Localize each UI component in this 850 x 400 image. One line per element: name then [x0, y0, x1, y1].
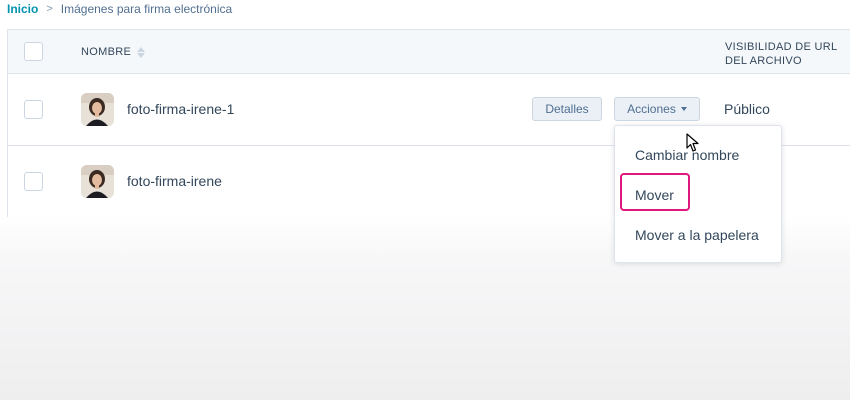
column-header-visibility: VISIBILIDAD DE URL DEL ARCHIVO — [725, 41, 837, 67]
mouse-cursor-icon — [686, 133, 699, 152]
breadcrumb: Inicio > Imágenes para firma electrónica — [7, 2, 232, 16]
row-checkbox[interactable] — [24, 172, 43, 191]
breadcrumb-current: Imágenes para firma electrónica — [60, 2, 233, 16]
caret-down-icon — [680, 107, 687, 111]
chevron-right-icon: > — [46, 3, 53, 15]
file-thumbnail — [81, 93, 114, 126]
file-thumbnail — [81, 165, 114, 198]
column-header-name-label: NOMBRE — [81, 46, 132, 58]
file-name[interactable]: foto-firma-irene — [127, 173, 222, 189]
file-visibility: Público — [724, 101, 770, 117]
actions-button-label: Acciones — [627, 102, 676, 116]
select-all-checkbox[interactable] — [24, 42, 43, 61]
breadcrumb-home-link[interactable]: Inicio — [7, 2, 38, 16]
row-checkbox[interactable] — [24, 100, 43, 119]
column-header-name[interactable]: NOMBRE — [81, 46, 146, 58]
details-button-label: Detalles — [545, 102, 589, 116]
sort-icon[interactable] — [137, 46, 146, 58]
details-button[interactable]: Detalles — [532, 97, 602, 121]
menu-item-move[interactable]: Mover — [635, 187, 674, 203]
table-header: NOMBRE VISIBILIDAD DE URL DEL ARCHIVO — [8, 30, 850, 74]
actions-dropdown-button[interactable]: Acciones — [614, 97, 700, 121]
menu-item-trash[interactable]: Mover a la papelera — [635, 227, 759, 243]
file-name[interactable]: foto-firma-irene-1 — [127, 101, 234, 117]
